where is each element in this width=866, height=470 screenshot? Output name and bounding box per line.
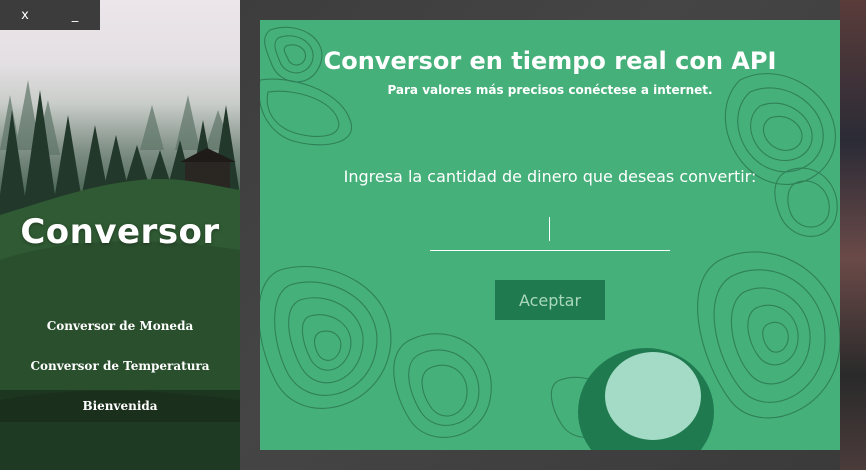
- background-edge-image: [840, 0, 866, 470]
- sidebar-item-bienvenida[interactable]: Bienvenida: [0, 390, 240, 422]
- window-controls: x _: [0, 0, 100, 30]
- app-brand-title: Conversor: [20, 212, 220, 252]
- amount-prompt-label: Ingresa la cantidad de dinero que deseas…: [343, 167, 757, 186]
- sidebar-item-conversor-moneda[interactable]: Conversor de Moneda: [0, 310, 240, 342]
- text-caret: [549, 217, 550, 241]
- accept-button[interactable]: Aceptar: [495, 280, 605, 320]
- close-button[interactable]: x: [0, 0, 50, 30]
- sidebar-item-conversor-temperatura[interactable]: Conversor de Temperatura: [0, 350, 240, 382]
- decorative-light-blob: [605, 352, 701, 440]
- sidebar: x _ Conversor Conversor de Moneda Conver…: [0, 0, 240, 470]
- converter-card: Conversor en tiempo real con API Para va…: [260, 20, 840, 450]
- minimize-button[interactable]: _: [50, 0, 100, 30]
- card-subtitle: Para valores más precisos conéctese a in…: [387, 83, 713, 97]
- amount-input[interactable]: [430, 215, 670, 251]
- sidebar-nav: Conversor de Moneda Conversor de Tempera…: [0, 310, 240, 430]
- card-title: Conversor en tiempo real con API: [323, 47, 777, 75]
